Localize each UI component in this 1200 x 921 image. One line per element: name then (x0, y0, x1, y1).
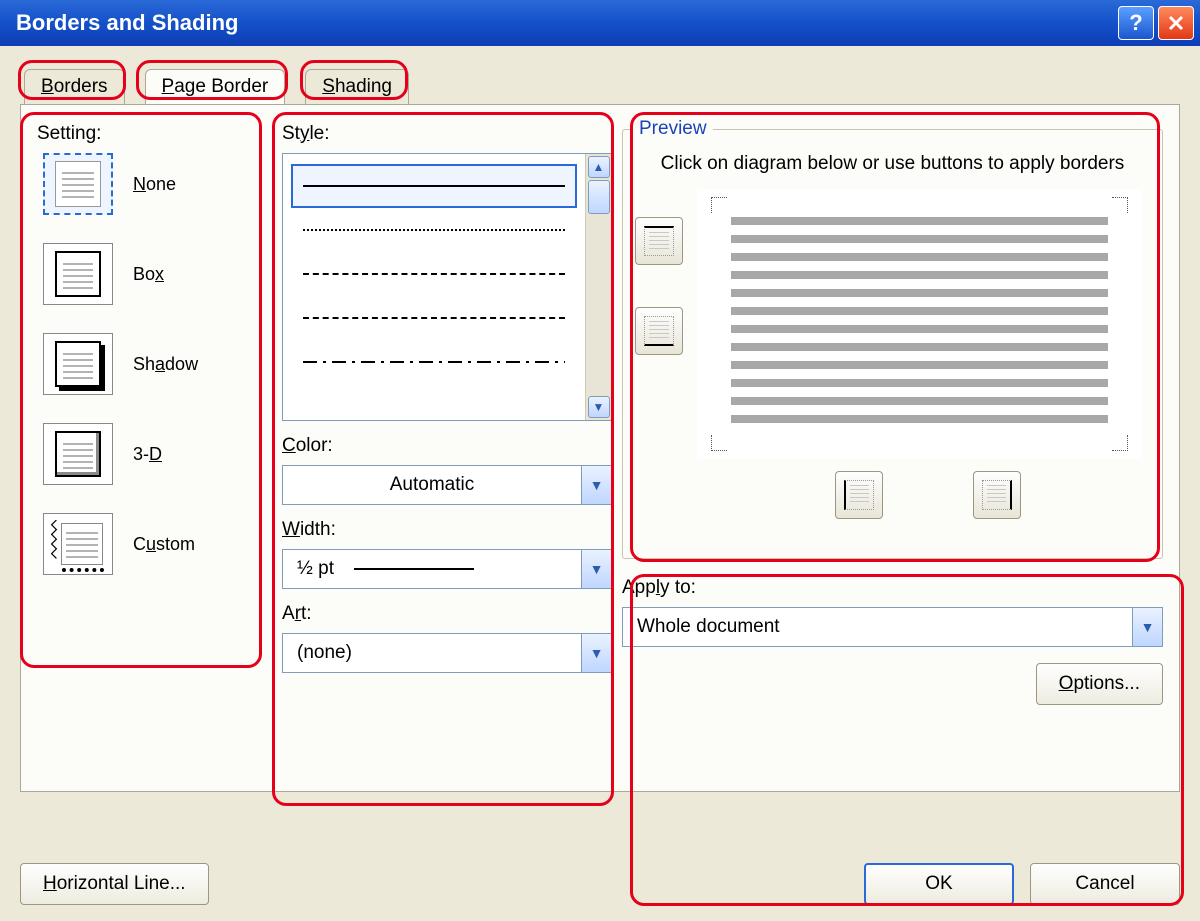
tab-borders[interactable]: Borders (24, 69, 125, 104)
preview-diagram[interactable] (697, 189, 1142, 459)
preview-title: Preview (633, 118, 713, 140)
setting-box-label: Box (133, 264, 164, 285)
setting-shadow[interactable]: Shadow Shadow (43, 333, 272, 395)
apply-to-label: Apply to: (622, 577, 1163, 599)
border-bottom-button[interactable] (635, 307, 683, 355)
width-label: Width: (282, 519, 612, 541)
apply-to-value: Whole document (623, 616, 1132, 638)
style-column: Style: Style: ▲ ▼ (282, 123, 612, 769)
style-label: Style: (282, 123, 612, 145)
color-combo-arrow[interactable]: ▼ (581, 466, 611, 504)
titlebar: Borders and Shading ? (0, 0, 1200, 46)
tab-page-border[interactable]: Page Border (145, 69, 286, 105)
setting-shadow-label: Shadow (133, 354, 198, 375)
options-button[interactable]: Options... (1036, 663, 1163, 705)
apply-to-combo-arrow[interactable]: ▼ (1132, 608, 1162, 646)
setting-box-icon (43, 243, 113, 305)
setting-3d-icon (43, 423, 113, 485)
window-title: Borders and Shading (16, 10, 1114, 36)
setting-3d[interactable]: 3-D 3-D (43, 423, 272, 485)
preview-page-lines (731, 217, 1108, 429)
scroll-down-button[interactable]: ▼ (588, 396, 610, 418)
style-scrollbar[interactable]: ▲ ▼ (585, 154, 611, 420)
scroll-up-button[interactable]: ▲ (588, 156, 610, 178)
setting-custom-label: Custom (133, 534, 195, 555)
apply-to-combo[interactable]: Whole document ▼ (622, 607, 1163, 647)
art-label: Art: (282, 603, 612, 625)
setting-box[interactable]: Box Box (43, 243, 272, 305)
setting-none[interactable]: None None (43, 153, 272, 215)
style-listbox[interactable]: ▲ ▼ (282, 153, 612, 421)
width-combo-arrow[interactable]: ▼ (581, 550, 611, 588)
horizontal-line-button[interactable]: Horizontal Line... (20, 863, 209, 905)
color-label: Color: (282, 435, 612, 457)
border-top-button[interactable] (635, 217, 683, 265)
border-right-button[interactable] (973, 471, 1021, 519)
style-option-dotted[interactable] (291, 208, 577, 252)
close-button[interactable] (1158, 6, 1194, 40)
setting-3d-label: 3-D (133, 444, 162, 465)
style-option-dashed-large[interactable] (291, 296, 577, 340)
preview-stage (635, 189, 1150, 459)
corner-marker-bl (711, 435, 727, 451)
preview-hint: Click on diagram below or use buttons to… (655, 152, 1130, 177)
setting-none-label: None (133, 174, 176, 195)
apply-to-block: Apply to: Apply to: Whole document ▼ Opt… (622, 577, 1163, 705)
setting-label: Setting: (37, 123, 272, 145)
width-combo[interactable]: ½ pt ▼ (282, 549, 612, 589)
border-left-button[interactable] (835, 471, 883, 519)
style-option-dashed-small[interactable] (291, 252, 577, 296)
style-option-dash-dot[interactable] (291, 340, 577, 384)
dialog-body: Borders Page Border Shading Borders Page… (0, 46, 1200, 921)
color-value: Automatic (283, 474, 581, 496)
color-combo[interactable]: Automatic ▼ (282, 465, 612, 505)
preview-group: Preview Click on diagram below or use bu… (622, 129, 1163, 559)
scroll-thumb[interactable] (588, 180, 610, 214)
style-rows (283, 154, 585, 420)
art-combo-arrow[interactable]: ▼ (581, 634, 611, 672)
setting-custom-icon (43, 513, 113, 575)
setting-custom[interactable]: Custom Custom (43, 513, 272, 575)
corner-marker-tl (711, 197, 727, 213)
ok-button[interactable]: OK (864, 863, 1014, 905)
corner-marker-br (1112, 435, 1128, 451)
edge-buttons-vertical (635, 217, 683, 355)
help-button[interactable]: ? (1118, 6, 1154, 40)
art-combo[interactable]: (none) ▼ (282, 633, 612, 673)
width-value: ½ pt (283, 558, 581, 580)
bottom-button-row: Horizontal Line... Horizontal Line... OK… (20, 863, 1180, 905)
preview-column: Preview Click on diagram below or use bu… (622, 123, 1163, 769)
zigzag-icon (50, 520, 58, 560)
art-value: (none) (283, 642, 581, 664)
close-icon (1167, 14, 1185, 32)
style-option-solid[interactable] (291, 164, 577, 208)
tab-panel: Setting: None None Box Box Shadow (20, 104, 1180, 792)
setting-none-icon (43, 153, 113, 215)
dash-dot-line-icon (303, 360, 565, 364)
edge-buttons-horizontal (705, 471, 1150, 519)
cancel-button[interactable]: Cancel (1030, 863, 1180, 905)
tab-strip: Borders Page Border Shading (24, 68, 1176, 104)
setting-column: Setting: None None Box Box Shadow (37, 123, 272, 769)
corner-marker-tr (1112, 197, 1128, 213)
setting-shadow-icon (43, 333, 113, 395)
tab-shading[interactable]: Shading (305, 69, 409, 104)
